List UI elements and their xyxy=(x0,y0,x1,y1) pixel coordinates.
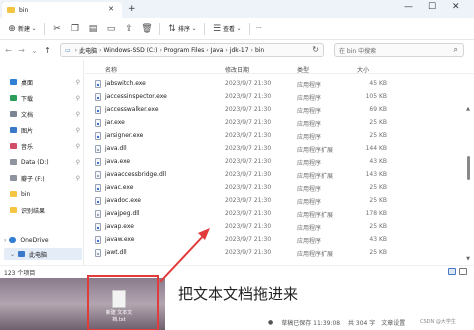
saved-status: 草稿已保存 11:39:08 xyxy=(281,320,341,327)
watermark: CSDN @大学生 xyxy=(420,319,456,325)
saved-indicator-icon: ● xyxy=(268,319,274,326)
editor-title[interactable]: 把文本文档拖进来 xyxy=(178,283,298,304)
arrow-line xyxy=(159,233,206,283)
editor-meta: 共 304 字 文章设置 xyxy=(348,318,405,327)
editor-status: ● 草稿已保存 11:39:08 xyxy=(268,318,340,327)
word-count: 共 304 字 xyxy=(348,320,376,327)
article-settings[interactable]: 文章设置 xyxy=(381,318,405,327)
